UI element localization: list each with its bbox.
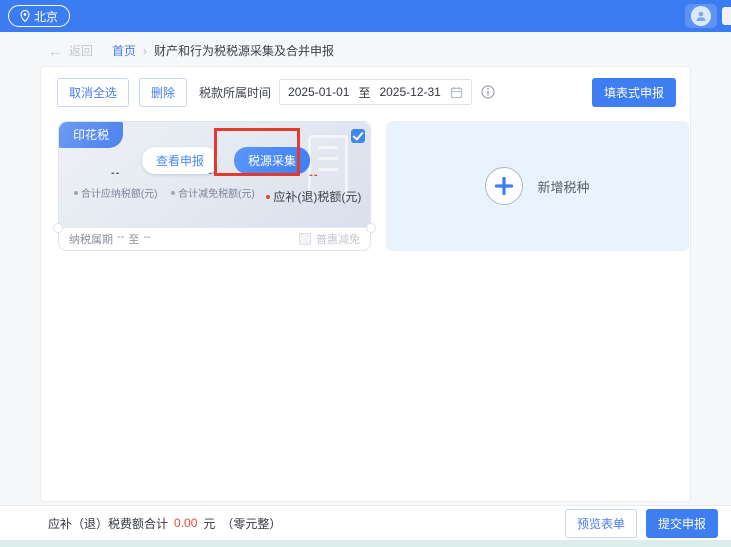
add-tax-type-panel[interactable]: 新增税种 bbox=[386, 121, 689, 251]
stat-label: 合计减免税额(元) bbox=[178, 185, 255, 200]
user-icon bbox=[691, 6, 711, 26]
plus-icon bbox=[485, 167, 523, 205]
breadcrumb: ← 返回 首页 › 财产和行为税税源采集及合并申报 bbox=[48, 42, 334, 59]
period-label: 纳税属期 bbox=[69, 231, 113, 247]
bottom-accent-strip bbox=[0, 540, 731, 547]
card-checkbox-checked[interactable] bbox=[351, 129, 365, 143]
card-footer-strip: 纳税属期 -- 至 -- 普惠减免 bbox=[59, 227, 370, 250]
back-link[interactable]: 返回 bbox=[69, 42, 93, 59]
form-style-declare-button[interactable]: 填表式申报 bbox=[592, 78, 676, 107]
delete-button[interactable]: 删除 bbox=[139, 78, 187, 107]
summary-unit: 元 bbox=[203, 515, 215, 532]
location-label: 北京 bbox=[34, 8, 58, 25]
home-link[interactable]: 首页 bbox=[112, 42, 136, 59]
period-end: -- bbox=[143, 231, 150, 247]
top-nav-bar: 北京 bbox=[0, 0, 731, 32]
cancel-select-all-button[interactable]: 取消全选 bbox=[57, 78, 129, 107]
ticket-notch-right bbox=[366, 223, 376, 233]
summary-prefix: 应补（退）税费额合计 bbox=[48, 515, 168, 532]
info-icon[interactable] bbox=[481, 85, 495, 99]
submit-declaration-button[interactable]: 提交申报 bbox=[646, 509, 718, 538]
add-tax-type-label: 新增税种 bbox=[537, 177, 589, 196]
period-to: 至 bbox=[128, 231, 139, 247]
refund-summary: 应补（退）税费额合计 0.00 元 （零元整） bbox=[48, 515, 281, 532]
benefit-label: 普惠减免 bbox=[316, 231, 360, 247]
tax-period-label: 税款所属时间 bbox=[199, 84, 271, 101]
period-start: -- bbox=[117, 231, 124, 247]
user-avatar[interactable] bbox=[685, 4, 717, 28]
date-end-value[interactable]: 2025-12-31 bbox=[379, 85, 440, 99]
bullet-icon bbox=[266, 195, 270, 199]
toolbar: 取消全选 删除 税款所属时间 2025-01-01 至 2025-12-31 bbox=[57, 78, 676, 106]
date-range-input[interactable]: 2025-01-01 至 2025-12-31 bbox=[279, 79, 472, 105]
footer-bar: 应补（退）税费额合计 0.00 元 （零元整） 预览表单 提交申报 bbox=[0, 505, 731, 540]
summary-amount: 0.00 bbox=[174, 516, 197, 530]
bullet-icon bbox=[74, 191, 78, 195]
screen: 北京 ← 返回 首页 › 财产和行为税税源采集及合并申报 取消全选 删除 税款所… bbox=[0, 0, 731, 547]
stat-label: 合计应纳税额(元) bbox=[81, 185, 158, 200]
location-pin-icon bbox=[20, 10, 30, 22]
topbar-edge-fragment bbox=[722, 7, 731, 25]
calendar-icon[interactable] bbox=[450, 86, 463, 99]
ticket-notch-left bbox=[53, 223, 63, 233]
location-badge[interactable]: 北京 bbox=[8, 5, 70, 27]
back-arrow-icon[interactable]: ← bbox=[48, 43, 62, 59]
benefit-checkbox-disabled[interactable] bbox=[299, 233, 311, 245]
preview-form-button[interactable]: 预览表单 bbox=[565, 509, 637, 538]
annotation-highlight-box bbox=[214, 128, 300, 176]
date-to-label: 至 bbox=[358, 84, 370, 101]
bullet-icon bbox=[171, 191, 175, 195]
tax-period-text: 纳税属期 -- 至 -- bbox=[69, 231, 151, 247]
summary-amount-words: （零元整） bbox=[221, 515, 281, 532]
breadcrumb-current: 财产和行为税税源采集及合并申报 bbox=[154, 42, 334, 59]
date-start-value[interactable]: 2025-01-01 bbox=[288, 85, 349, 99]
main-panel: 取消全选 删除 税款所属时间 2025-01-01 至 2025-12-31 bbox=[40, 66, 691, 502]
view-declaration-button[interactable]: 查看申报 bbox=[142, 147, 218, 174]
stat-label: 应补(退)税额(元) bbox=[273, 188, 361, 205]
tax-type-tag: 印花税 bbox=[59, 122, 123, 148]
breadcrumb-separator: › bbox=[143, 44, 147, 58]
